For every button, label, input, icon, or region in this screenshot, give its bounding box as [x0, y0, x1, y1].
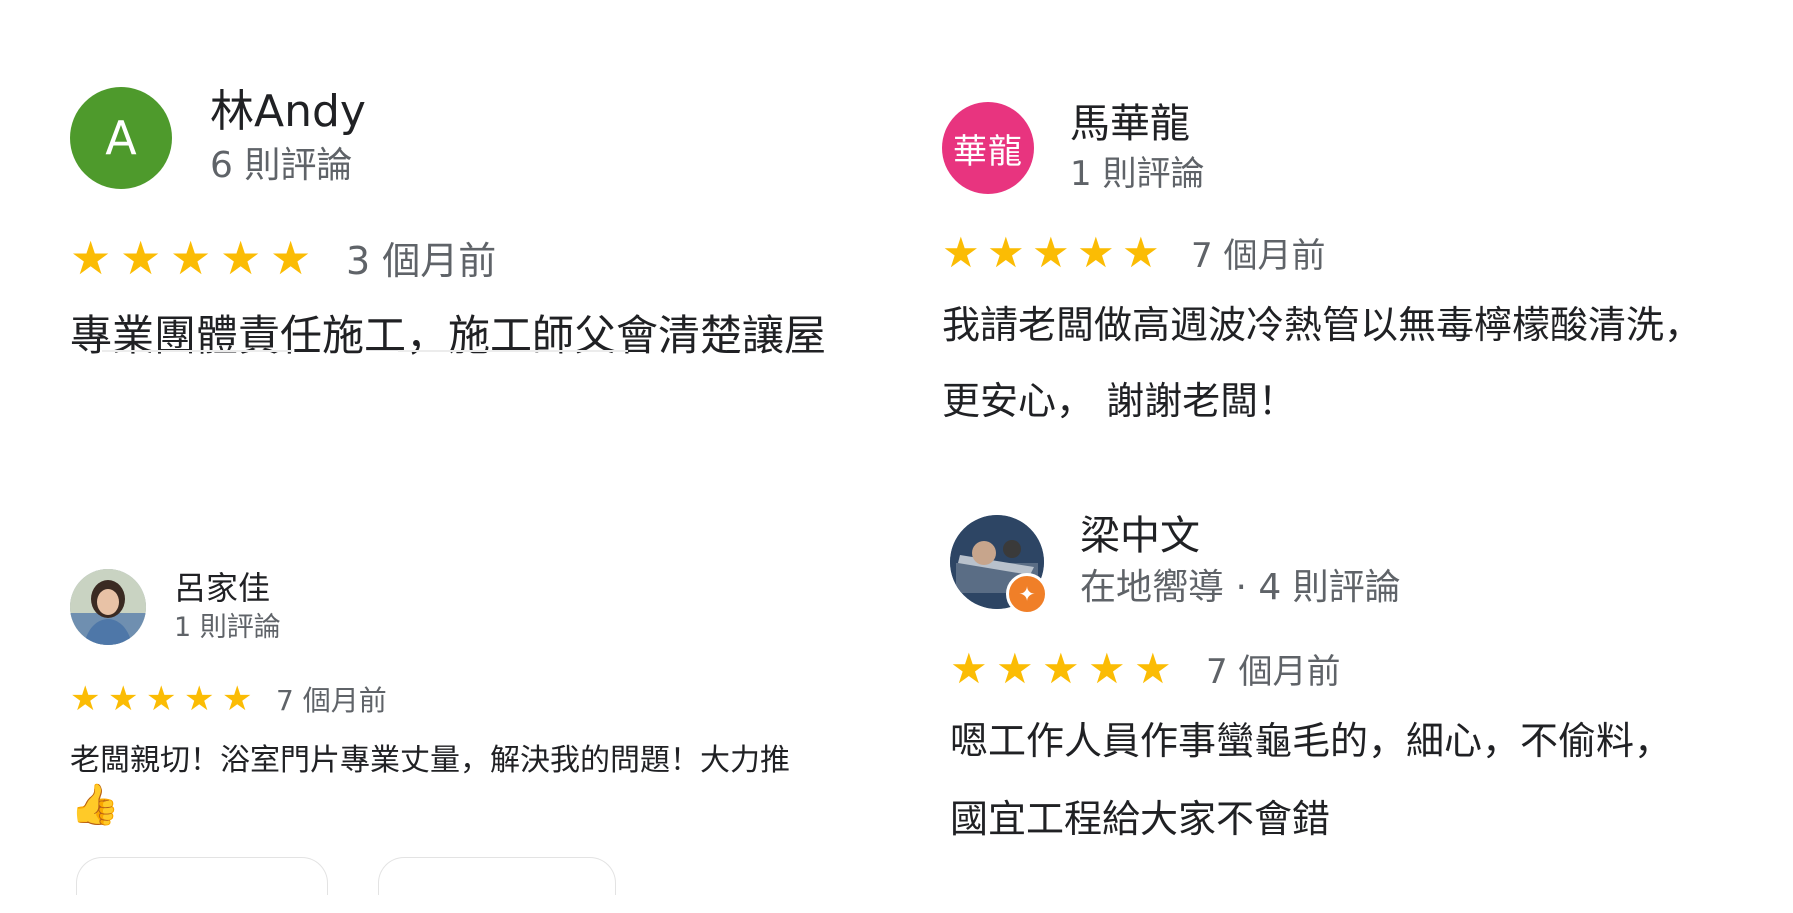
star-icon: ★ — [1077, 227, 1115, 277]
review-time: 7 個月前 — [1191, 236, 1326, 276]
action-chip[interactable] — [378, 857, 616, 895]
star-icon: ★ — [950, 643, 988, 693]
star-icon: ★ — [987, 227, 1025, 277]
review-time: 7 個月前 — [276, 684, 387, 717]
star-icon: ★ — [1042, 643, 1080, 693]
star-rating: ★ ★ ★ ★ ★ — [70, 235, 320, 281]
reviewer-name[interactable]: 馬華龍 — [1070, 98, 1204, 150]
star-icon: ★ — [170, 230, 212, 285]
star-rating: ★ ★ ★ ★ ★ — [942, 227, 1167, 277]
review-card: 華龍 馬華龍 1 則評論 ★ ★ ★ ★ ★ 7 個月前 我請老闆做高週波冷熱管… — [940, 84, 1793, 464]
star-icon: ★ — [942, 227, 980, 277]
review-time: 7 個月前 — [1206, 652, 1341, 692]
reviewer-info: 林Andy 6 則評論 — [210, 84, 366, 192]
review-text: 國宜工程給大家不會錯 — [950, 797, 1331, 841]
profile-photo-icon — [70, 569, 146, 645]
star-icon: ★ — [1134, 643, 1172, 693]
avatar[interactable]: A — [70, 87, 172, 189]
reviewer-header[interactable]: ✦ 梁中文 在地嚮導 · 4 則評論 — [950, 510, 1401, 615]
reviewer-meta: 在地嚮導 · 4 則評論 — [1080, 567, 1401, 608]
rating-row: ★ ★ ★ ★ ★ 3 個月前 — [70, 230, 496, 285]
divider — [102, 350, 292, 352]
review-card: A 林Andy 6 則評論 ★ ★ ★ ★ ★ 3 個月前 專業團體責任施工，施… — [60, 70, 890, 410]
avatar[interactable] — [70, 569, 146, 645]
reviewer-name[interactable]: 梁中文 — [1080, 510, 1401, 562]
reviewer-name[interactable]: 呂家佳 — [174, 567, 281, 609]
reviewer-info: 呂家佳 1 則評論 — [174, 567, 281, 647]
action-chip[interactable] — [76, 857, 328, 895]
review-text: 老闆親切！浴室門片專業丈量，解決我的問題！大力推 — [70, 743, 790, 778]
star-rating: ★ ★ ★ ★ ★ — [70, 682, 260, 716]
star-icon: ★ — [120, 230, 162, 285]
reviewer-info: 梁中文 在地嚮導 · 4 則評論 — [1080, 510, 1401, 614]
review-collage: A 林Andy 6 則評論 ★ ★ ★ ★ ★ 3 個月前 專業團體責任施工，施… — [0, 0, 1793, 913]
review-time: 3 個月前 — [346, 239, 497, 283]
review-text: 更安心， 謝謝老闆！ — [942, 379, 1297, 423]
reviewer-info: 馬華龍 1 則評論 — [1070, 98, 1204, 198]
star-icon: ★ — [184, 679, 215, 719]
reviewer-meta: 1 則評論 — [1070, 154, 1205, 194]
divider — [398, 350, 628, 352]
review-card: 呂家佳 1 則評論 ★ ★ ★ ★ ★ 7 個月前 老闆親切！浴室門片專業丈量，… — [60, 555, 890, 895]
review-text: 我請老闆做高週波冷熱管以無毒檸檬酸清洗， — [942, 303, 1703, 347]
star-rating: ★ ★ ★ ★ ★ — [950, 643, 1180, 693]
star-icon: ★ — [1122, 227, 1160, 277]
reviewer-name[interactable]: 林Andy — [210, 84, 366, 140]
reviewer-header[interactable]: 華龍 馬華龍 1 則評論 — [942, 98, 1204, 198]
rating-row: ★ ★ ★ ★ ★ 7 個月前 — [942, 228, 1325, 277]
star-icon: ★ — [1088, 643, 1126, 693]
review-card: ✦ 梁中文 在地嚮導 · 4 則評論 ★ ★ ★ ★ ★ 7 個月前 嗯工作人員… — [950, 500, 1793, 880]
rating-row: ★ ★ ★ ★ ★ 7 個月前 — [950, 644, 1340, 693]
reviewer-meta: 6 則評論 — [210, 145, 353, 186]
avatar-initial: A — [105, 111, 137, 165]
star-icon: ★ — [70, 230, 112, 285]
star-icon: ★ — [1032, 227, 1070, 277]
thumbs-up-emoji: 👍 — [70, 782, 120, 828]
avatar-initial: 華龍 — [953, 131, 1023, 172]
star-icon: ★ — [220, 230, 262, 285]
star-icon: ★ — [270, 230, 312, 285]
review-text: 嗯工作人員作事蠻龜毛的，細心，不偷料， — [950, 719, 1673, 763]
avatar[interactable]: ✦ — [950, 515, 1048, 615]
reviewer-header[interactable]: A 林Andy 6 則評論 — [70, 84, 366, 192]
avatar[interactable]: 華龍 — [942, 102, 1034, 194]
star-icon: ★ — [996, 643, 1034, 693]
reviewer-meta: 1 則評論 — [174, 612, 281, 643]
star-icon: ★ — [146, 679, 177, 719]
star-icon: ★ — [70, 679, 101, 719]
star-icon: ★ — [108, 679, 139, 719]
reviewer-header[interactable]: 呂家佳 1 則評論 — [70, 567, 281, 647]
rating-row: ★ ★ ★ ★ ★ 7 個月前 — [70, 679, 387, 719]
review-text: 專業團體責任施工，施工師父會清楚讓屋 — [70, 311, 827, 360]
star-icon: ★ — [222, 679, 253, 719]
local-guide-star-icon: ✦ — [1006, 573, 1048, 615]
